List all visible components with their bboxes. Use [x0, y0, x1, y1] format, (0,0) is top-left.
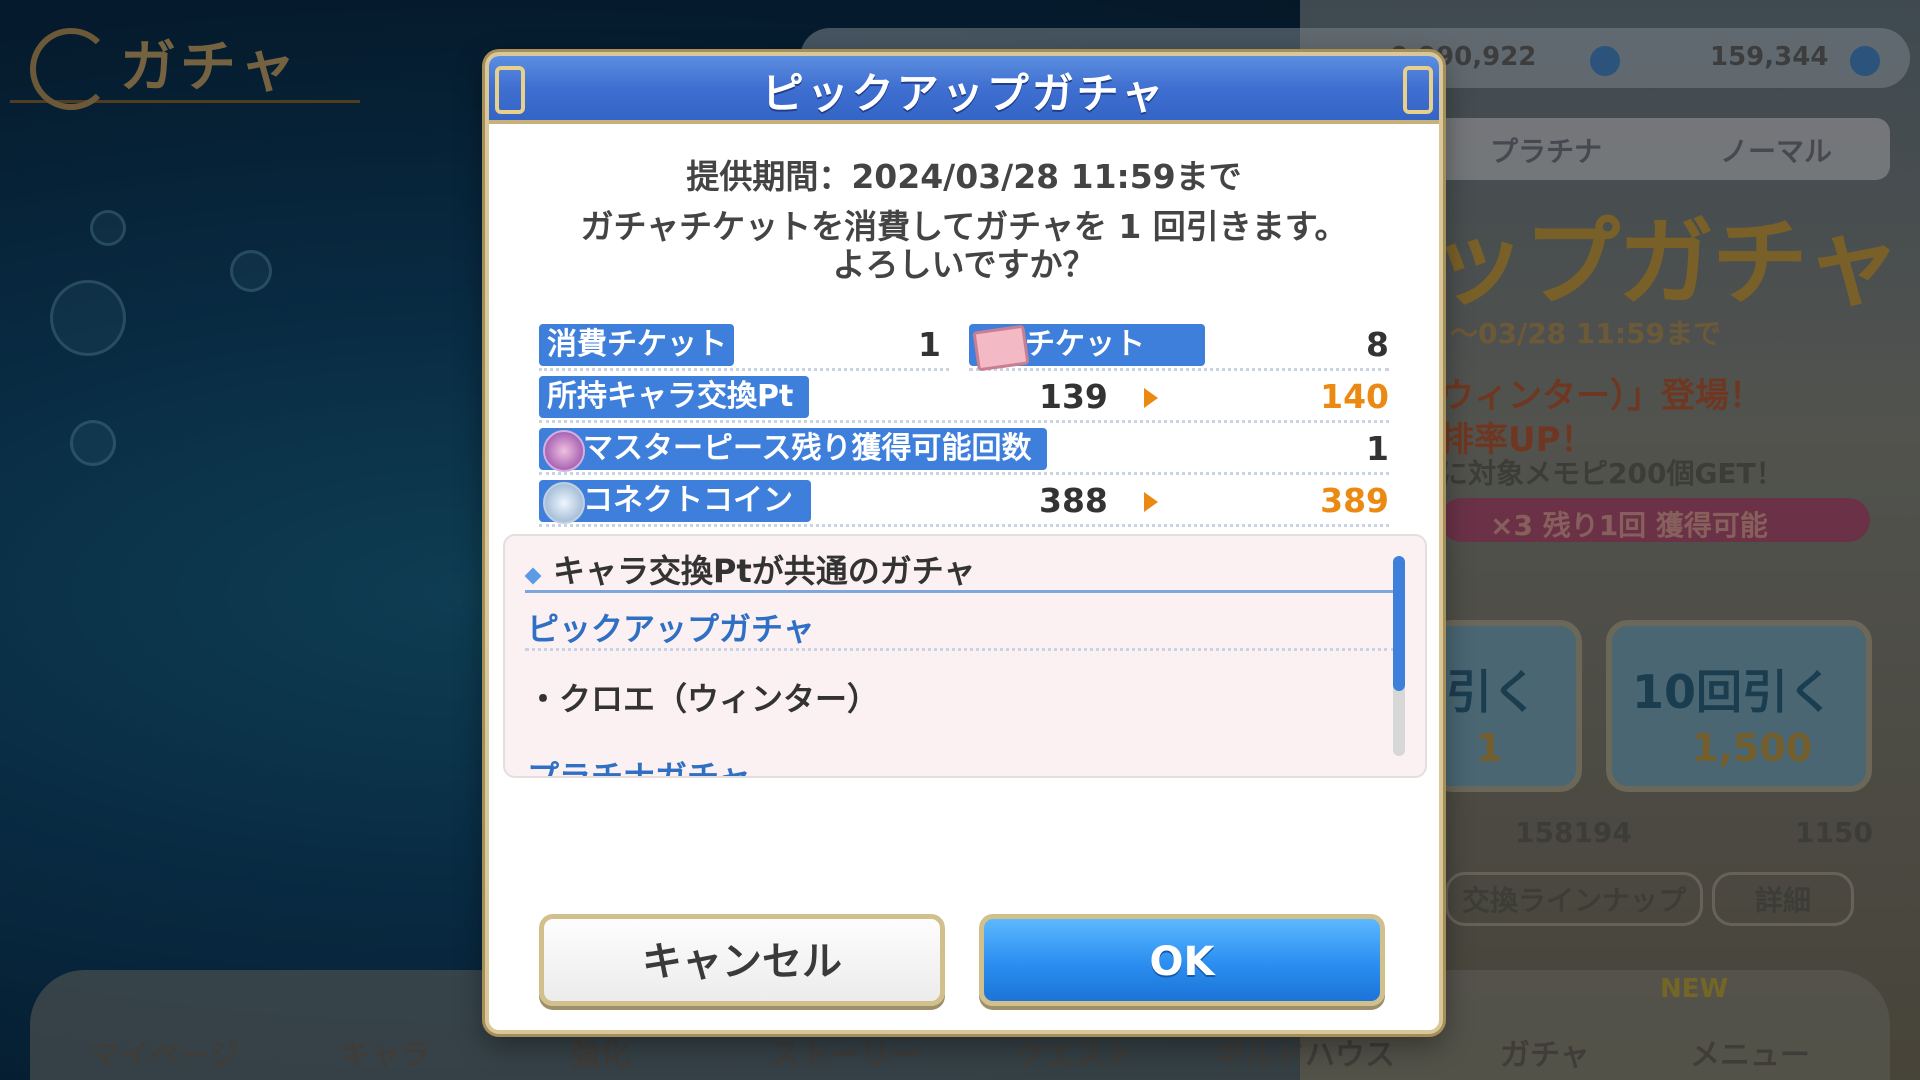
chara-pt-row: 所持キャラ交換Pt 139 140: [539, 376, 1389, 423]
divider: [525, 648, 1395, 651]
chara-pt-label: 所持キャラ交換Pt: [539, 376, 809, 418]
confirm-line-2: よろしいですか？: [832, 245, 1096, 284]
connect-coin-after: 389: [1320, 481, 1389, 520]
offer-period: 提供期間：2024/03/28 11:59まで: [686, 157, 1242, 196]
chara-pt-after: 140: [1320, 377, 1389, 416]
ticket-value: 8: [1366, 325, 1389, 364]
consume-ticket-row: 消費チケット 1: [539, 324, 949, 371]
connect-coin-icon: [543, 482, 585, 524]
shared-gacha-heading-text: キャラ交換Ptが共通のガチャ: [553, 552, 976, 590]
masterpiece-icon: [543, 430, 585, 472]
shared-gacha-name: プラチナガチャ: [527, 758, 751, 778]
shared-gacha-chara: ・クロエ（ウィンター）: [527, 680, 880, 718]
shared-gacha-list[interactable]: キャラ交換Ptが共通のガチャ ピックアップガチャ ・クロエ（ウィンター） プラチ…: [503, 534, 1427, 778]
shared-gacha-heading: キャラ交換Ptが共通のガチャ: [524, 546, 976, 592]
consume-ticket-label: 消費チケット: [539, 324, 734, 366]
ticket-row: チケット 8: [969, 324, 1389, 372]
dialog-title: ピックアップガチャ: [761, 69, 1167, 118]
arrow-right-icon: [1144, 492, 1158, 512]
confirm-line-1: ガチャチケットを消費してガチャを 1 回引きます。: [580, 207, 1348, 246]
divider: [525, 590, 1395, 593]
chara-pt-before: 139: [1039, 377, 1108, 416]
shared-gacha-name: ピックアップガチャ: [527, 610, 815, 648]
scrollbar-thumb[interactable]: [1393, 556, 1405, 691]
masterpiece-row: マスターピース残り獲得可能回数 1: [539, 428, 1389, 475]
connect-coin-row: コネクトコイン 388 389: [539, 480, 1389, 527]
arrow-right-icon: [1144, 388, 1158, 408]
cancel-button[interactable]: キャンセル: [539, 914, 945, 1006]
masterpiece-label: マスターピース残り獲得可能回数: [539, 428, 1047, 470]
confirm-message: ガチャチケットを消費してガチャを 1 回引きます。 よろしいですか？: [489, 208, 1439, 284]
diamond-icon: [524, 567, 542, 585]
masterpiece-value: 1: [1366, 429, 1389, 468]
ticket-icon: [972, 324, 1030, 372]
dialog-header: ピックアップガチャ: [489, 56, 1439, 124]
ok-button[interactable]: OK: [979, 914, 1385, 1006]
connect-coin-before: 388: [1039, 481, 1108, 520]
consume-ticket-value: 1: [918, 325, 941, 364]
confirm-dialog: ピックアップガチャ 提供期間：2024/03/28 11:59まで ガチャチケッ…: [485, 52, 1443, 1034]
